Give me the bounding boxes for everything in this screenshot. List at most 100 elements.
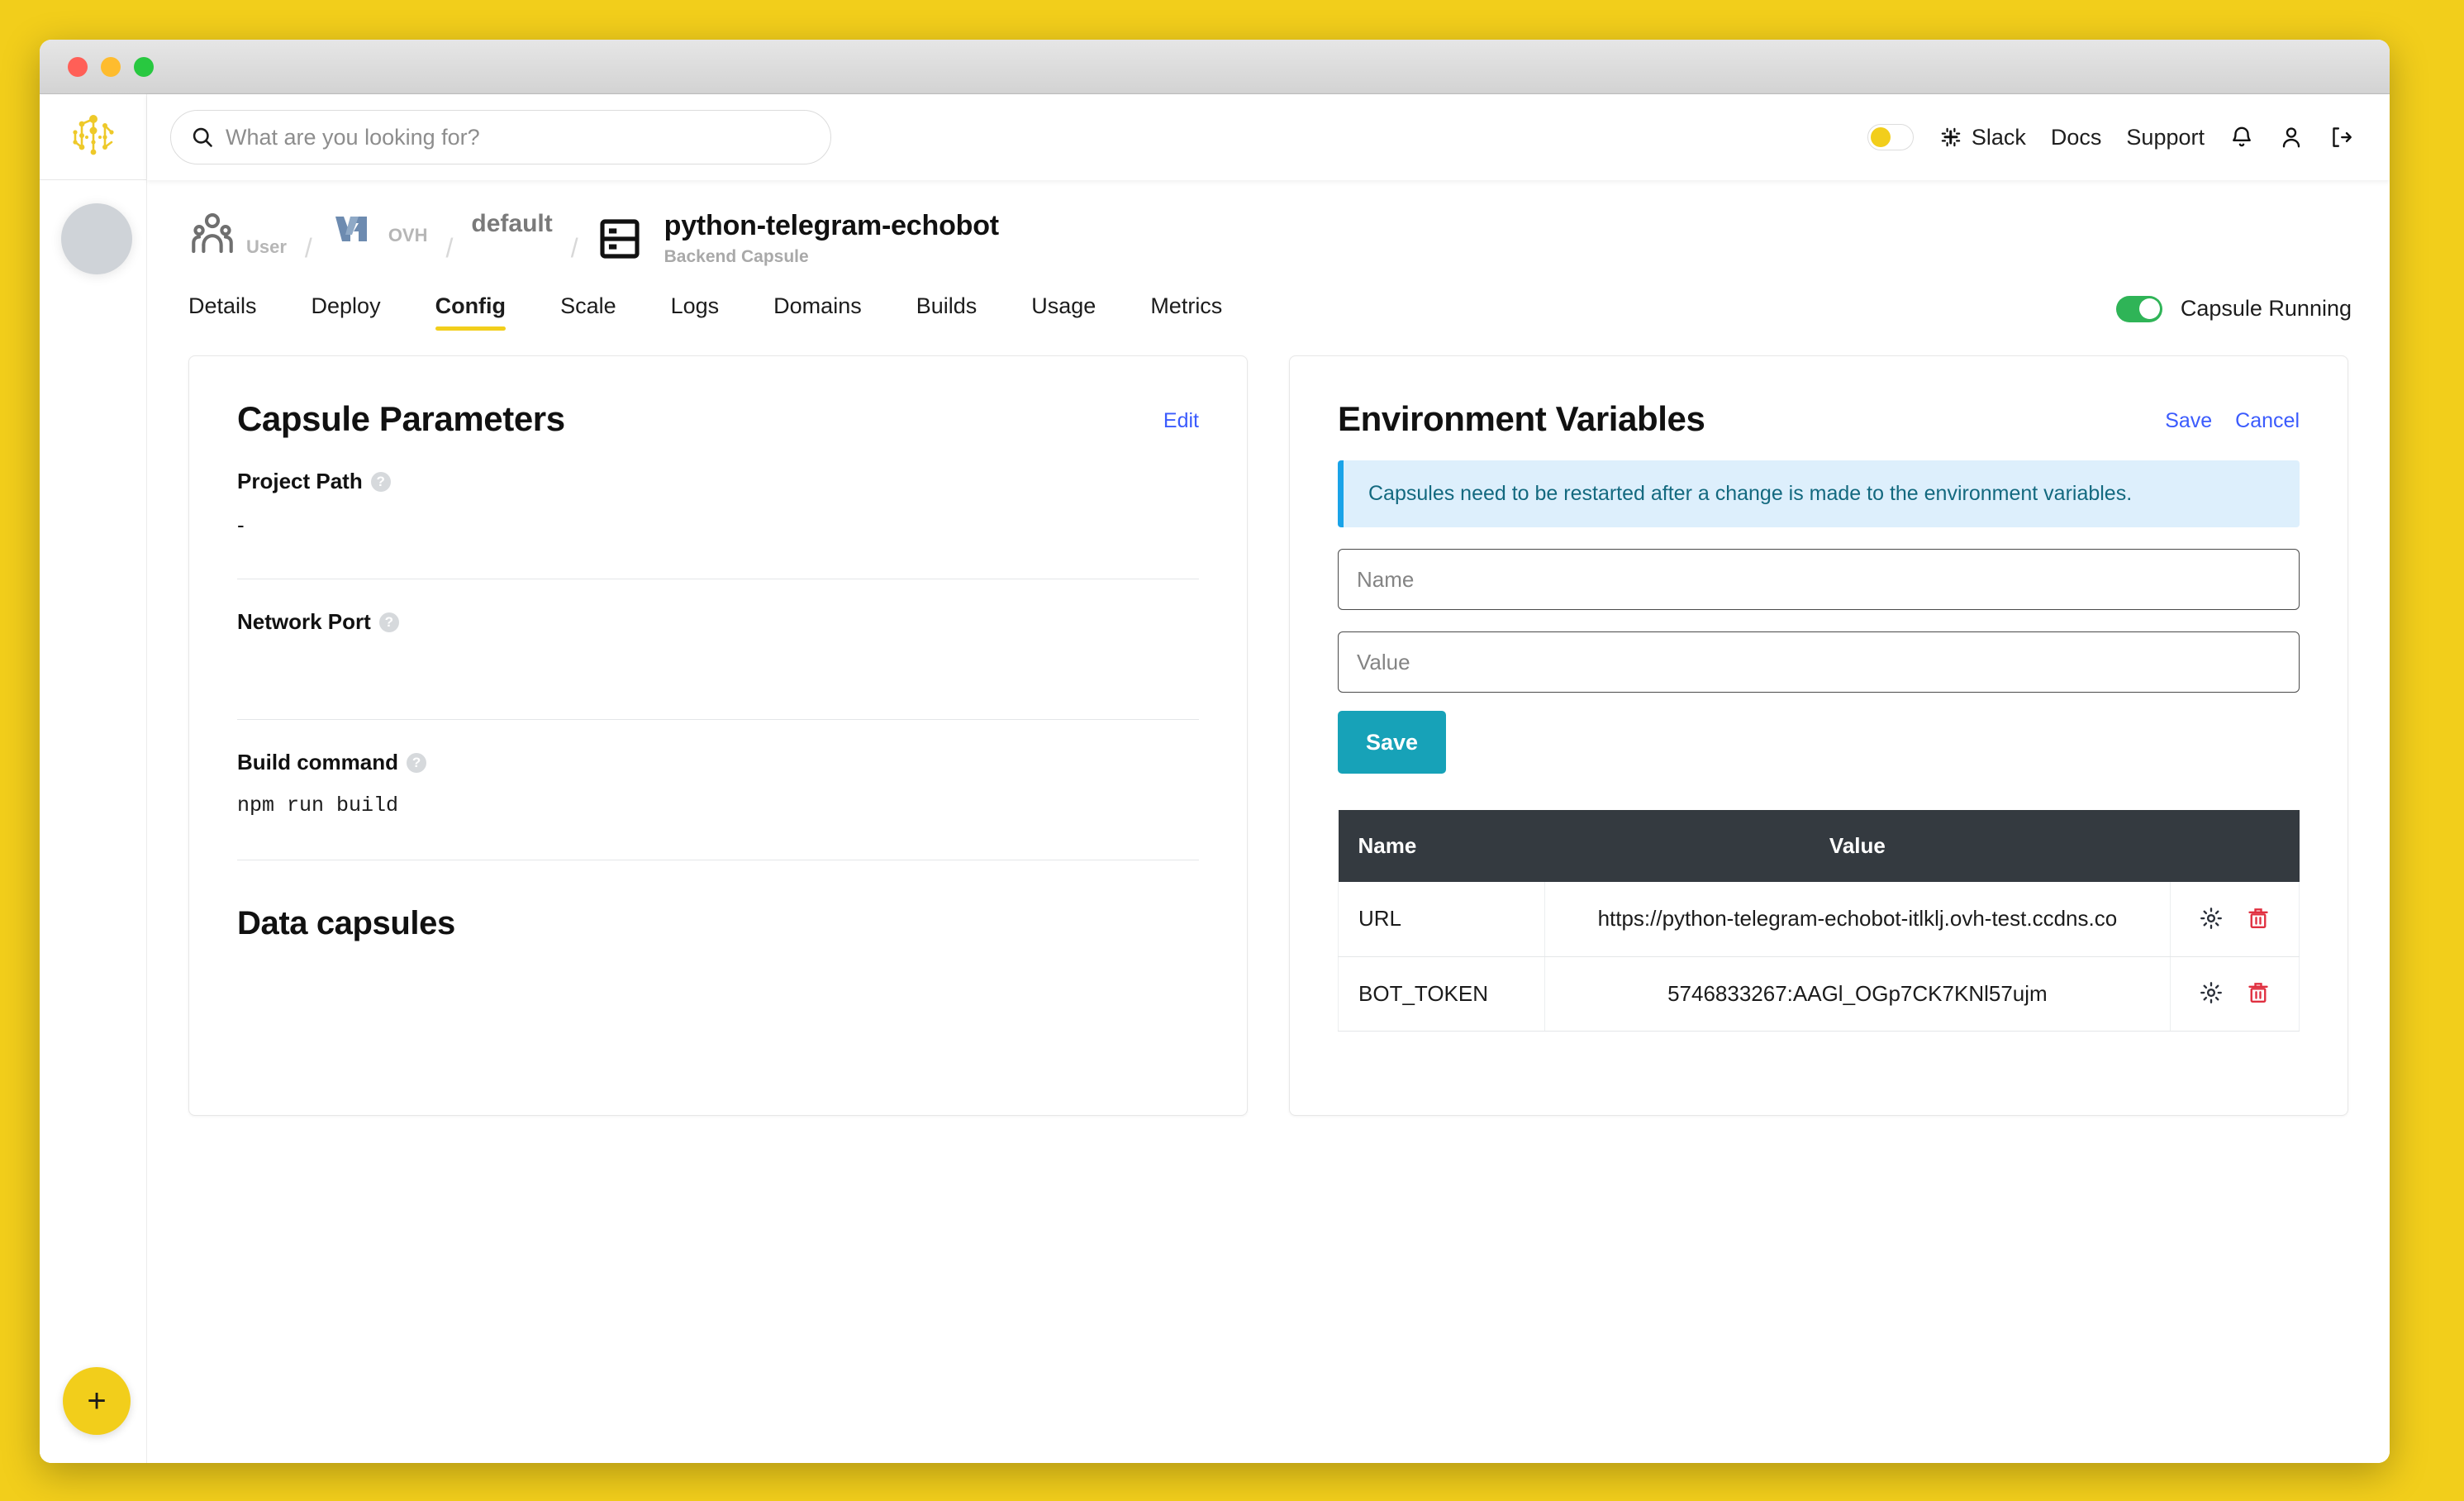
capsule-running-label: Capsule Running bbox=[2180, 296, 2352, 321]
breadcrumb-separator-2: / bbox=[445, 233, 454, 263]
app-body: + What are you looking for? Slack Docs S… bbox=[40, 94, 2390, 1463]
environment-variables-title: Environment Variables bbox=[1338, 399, 1705, 438]
top-bar: Slack Docs Support bbox=[147, 94, 2390, 180]
add-capsule-button[interactable]: + bbox=[63, 1367, 131, 1435]
tab-usage[interactable]: Usage bbox=[1031, 287, 1096, 331]
env-cancel-link[interactable]: Cancel bbox=[2235, 409, 2300, 433]
edit-env-var-button[interactable] bbox=[2190, 906, 2232, 933]
window-titlebar bbox=[40, 40, 2390, 94]
env-table-head: Name Value bbox=[1338, 810, 2300, 882]
search-input[interactable] bbox=[226, 124, 811, 150]
table-row: BOT_TOKEN 5746833267:AAGl_OGp7CK7KNl57uj… bbox=[1338, 956, 2300, 1032]
theme-toggle[interactable] bbox=[1867, 124, 1914, 150]
search-box[interactable] bbox=[170, 110, 831, 164]
edit-parameters-link[interactable]: Edit bbox=[1163, 409, 1199, 433]
env-row-name: BOT_TOKEN bbox=[1338, 956, 1545, 1032]
bell-icon[interactable] bbox=[2229, 125, 2254, 150]
env-row-value: 5746833267:AAGl_OGp7CK7KNl57ujm bbox=[1544, 956, 2171, 1032]
capsule-running-toggle-knob bbox=[2138, 298, 2160, 319]
env-save-button[interactable]: Save bbox=[1338, 711, 1447, 774]
breadcrumb-item-ovh[interactable]: OVH bbox=[331, 210, 428, 246]
capsule-parameters-header: Capsule Parameters Edit bbox=[237, 399, 1199, 439]
theme-toggle-knob bbox=[1870, 127, 1891, 147]
capsule-network-logo-icon bbox=[72, 114, 114, 155]
gear-icon bbox=[2200, 907, 2222, 929]
minimize-window-button[interactable] bbox=[101, 56, 121, 77]
tab-domains[interactable]: Domains bbox=[773, 287, 862, 331]
env-row-value: https://python-telegram-echobot-itlklj.o… bbox=[1544, 882, 2171, 957]
param-project-path-label: Project Path bbox=[237, 469, 363, 493]
server-rack-icon bbox=[600, 218, 640, 259]
env-save-link[interactable]: Save bbox=[2165, 409, 2212, 433]
param-network-port-label: Network Port bbox=[237, 609, 371, 634]
capsule-running-toggle[interactable] bbox=[2115, 295, 2162, 322]
env-table-header-row: Name Value bbox=[1338, 810, 2300, 882]
param-build-command-value: npm run build bbox=[237, 793, 399, 817]
users-icon bbox=[192, 212, 233, 254]
project-path-help-icon[interactable]: ? bbox=[370, 471, 391, 492]
tab-logs[interactable]: Logs bbox=[671, 287, 720, 331]
app-sidebar: + bbox=[40, 94, 147, 1463]
environment-variables-actions: Save Cancel bbox=[2165, 399, 2300, 433]
breadcrumb: User / OVH / default / python-telegram-e… bbox=[147, 180, 2390, 267]
tab-scale[interactable]: Scale bbox=[560, 287, 616, 331]
breadcrumb-label-user: User bbox=[246, 236, 287, 257]
breadcrumb-separator-3: / bbox=[570, 233, 578, 263]
breadcrumb-item-default[interactable]: default bbox=[471, 210, 552, 238]
env-value-input[interactable] bbox=[1338, 631, 2300, 693]
main-content: Slack Docs Support bbox=[147, 94, 2390, 1463]
restart-notice: Capsules need to be restarted after a ch… bbox=[1338, 460, 2300, 527]
tab-list: Details Deploy Config Scale Logs Domains… bbox=[188, 287, 1277, 331]
tab-metrics[interactable]: Metrics bbox=[1150, 287, 1222, 331]
delete-env-var-button[interactable] bbox=[2238, 906, 2279, 933]
env-name-input[interactable] bbox=[1338, 549, 2300, 610]
tab-deploy[interactable]: Deploy bbox=[312, 287, 381, 331]
param-build-command-label: Build command bbox=[237, 750, 399, 774]
capsule-parameters-card: Capsule Parameters Edit Project Path ? - bbox=[188, 355, 1248, 1116]
trash-icon bbox=[2248, 908, 2268, 928]
sidebar-active-indicator[interactable] bbox=[61, 203, 132, 274]
slack-link[interactable]: Slack bbox=[1938, 125, 2026, 150]
app-logo[interactable] bbox=[40, 94, 146, 180]
gear-icon bbox=[2200, 982, 2222, 1004]
user-icon[interactable] bbox=[2279, 125, 2304, 150]
trash-icon bbox=[2248, 983, 2268, 1003]
slack-icon bbox=[1941, 127, 1961, 147]
param-network-port: Network Port ? bbox=[237, 579, 1199, 720]
build-command-help-icon[interactable]: ? bbox=[407, 752, 427, 773]
support-link[interactable]: Support bbox=[2126, 125, 2205, 150]
zoom-window-button[interactable] bbox=[134, 56, 154, 77]
param-project-path-value: - bbox=[237, 512, 245, 537]
top-bar-actions: Slack Docs Support bbox=[1867, 124, 2353, 150]
docs-link[interactable]: Docs bbox=[2051, 125, 2102, 150]
param-network-port-label-row: Network Port ? bbox=[237, 609, 1199, 635]
env-row-actions bbox=[2169, 882, 2300, 957]
cards-container: Capsule Parameters Edit Project Path ? - bbox=[147, 331, 2390, 1116]
environment-variables-card: Environment Variables Save Cancel Capsul… bbox=[1289, 355, 2348, 1116]
param-build-command: Build command ? npm run build bbox=[237, 720, 1199, 860]
breadcrumb-label-ovh: OVH bbox=[388, 225, 428, 245]
env-table-body: URL https://python-telegram-echobot-itlk… bbox=[1338, 882, 2300, 1032]
tab-config[interactable]: Config bbox=[435, 287, 507, 331]
tab-details[interactable]: Details bbox=[188, 287, 257, 331]
tab-builds[interactable]: Builds bbox=[916, 287, 978, 331]
page-body: User / OVH / default / python-telegram-e… bbox=[147, 180, 2390, 1463]
logout-icon[interactable] bbox=[2328, 125, 2353, 150]
breadcrumb-current-capsule: python-telegram-echobot Backend Capsule bbox=[597, 210, 999, 267]
slack-label: Slack bbox=[1971, 124, 2026, 150]
env-table-col-value: Value bbox=[1544, 810, 2171, 882]
capsule-status: Capsule Running bbox=[2115, 295, 2352, 322]
breadcrumb-separator: / bbox=[304, 233, 312, 263]
environment-variables-table: Name Value URL https://python-telegram-e… bbox=[1338, 810, 2300, 1032]
breadcrumb-label-default: default bbox=[471, 210, 553, 237]
breadcrumb-item-user[interactable]: User bbox=[188, 210, 287, 258]
capsule-parameters-title: Capsule Parameters bbox=[237, 399, 565, 438]
env-row-name: URL bbox=[1338, 882, 1545, 957]
delete-env-var-button[interactable] bbox=[2238, 980, 2279, 1008]
network-port-help-icon[interactable]: ? bbox=[378, 612, 399, 632]
close-window-button[interactable] bbox=[68, 56, 88, 77]
env-table-col-actions bbox=[2170, 810, 2300, 882]
edit-env-var-button[interactable] bbox=[2190, 980, 2232, 1008]
param-project-path-label-row: Project Path ? bbox=[237, 469, 1199, 494]
ovh-logo-icon bbox=[335, 217, 367, 241]
